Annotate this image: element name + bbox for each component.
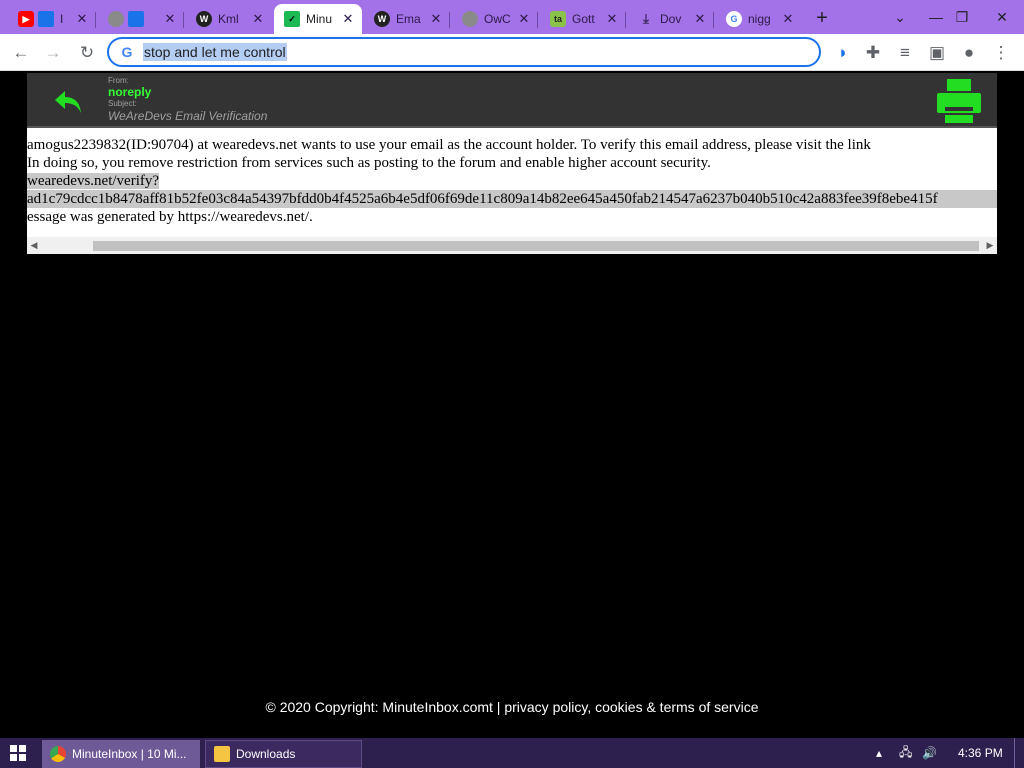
- tab-title: Dov: [660, 12, 682, 26]
- from-sender: noreply: [108, 85, 152, 99]
- subject-text: WeAreDevs Email Verification: [108, 109, 268, 123]
- mail-header: From: noreply Subject: WeAreDevs Email V…: [27, 73, 997, 128]
- browser-toolbar: ← → ↻ G stop and let me control ◗ ✚ ≡ ▣ …: [0, 34, 1024, 71]
- tab-email[interactable]: W Ema ✕: [364, 4, 450, 34]
- address-bar-text[interactable]: stop and let me control: [143, 43, 287, 61]
- tab-title: Minu: [306, 12, 333, 26]
- youtube-icon: ▶: [18, 11, 34, 27]
- from-label: From:: [108, 76, 129, 85]
- google-icon: G: [121, 44, 133, 60]
- tab-search-chevron-icon[interactable]: ⌄: [884, 0, 916, 34]
- taskbar-item-label: Downloads: [236, 747, 296, 761]
- screen-icon: [128, 11, 144, 27]
- clock[interactable]: 4:36 PM: [958, 738, 1003, 768]
- tab-separator: [625, 12, 626, 28]
- reply-arrow-icon[interactable]: [53, 89, 83, 115]
- tab-title: Ema: [396, 12, 421, 26]
- scroll-left-arrow-icon[interactable]: ◀: [27, 237, 41, 254]
- tab-title: I: [60, 12, 64, 26]
- scroll-right-arrow-icon[interactable]: ▶: [983, 237, 997, 254]
- screen-icon: [38, 11, 54, 27]
- mail-line: essage was generated by https://wearedev…: [27, 209, 313, 225]
- close-tab-icon[interactable]: ✕: [340, 11, 356, 27]
- folder-icon: [214, 746, 230, 762]
- footer-copyright: © 2020 Copyright: MinuteInbox.comt | pri…: [265, 699, 759, 715]
- minuteinbox-icon: ✓: [284, 11, 300, 27]
- wrd-icon: W: [196, 11, 212, 27]
- scrollbar-thumb[interactable]: [93, 241, 979, 251]
- tab-title: OwC: [484, 12, 511, 26]
- tray-chevron-icon[interactable]: ▴: [876, 738, 882, 768]
- media-controls-icon[interactable]: ≡: [892, 40, 918, 66]
- network-icon[interactable]: 🖧: [899, 738, 912, 768]
- tab-gott[interactable]: ta Gott ✕: [540, 4, 626, 34]
- show-desktop-button[interactable]: [1014, 738, 1024, 768]
- tab-separator: [183, 12, 184, 28]
- forward-arrow-icon[interactable]: →: [40, 40, 66, 66]
- wrd-icon: W: [374, 11, 390, 27]
- close-tab-icon[interactable]: ✕: [604, 11, 620, 27]
- close-tab-icon[interactable]: ✕: [250, 11, 266, 27]
- profile-avatar-icon[interactable]: ●: [956, 40, 982, 66]
- taskbar-chrome[interactable]: MinuteInbox | 10 Mi...: [42, 740, 200, 768]
- tab-separator: [713, 12, 714, 28]
- tab-minuteinbox[interactable]: ✓ Minu ✕: [274, 4, 362, 34]
- horizontal-scrollbar[interactable]: ◀ ▶: [27, 237, 997, 254]
- mail-line: amogus2239832(ID:90704) at wearedevs.net…: [27, 137, 871, 153]
- chrome-icon: [50, 746, 66, 762]
- menu-kebab-icon[interactable]: ⋮: [988, 40, 1014, 66]
- close-window-button[interactable]: ✕: [986, 0, 1018, 34]
- restore-button[interactable]: ❐: [946, 0, 978, 34]
- mail-text: amogus2239832(ID:90704) at wearedevs.net…: [27, 136, 997, 226]
- taskbar-downloads[interactable]: Downloads: [205, 740, 362, 768]
- reload-icon[interactable]: ↻: [74, 40, 100, 66]
- taskbar-item-label: MinuteInbox | 10 Mi...: [72, 747, 187, 761]
- tab-title: Gott: [572, 12, 595, 26]
- mail-meta: From: noreply Subject: WeAreDevs Email V…: [108, 76, 267, 124]
- globe-icon: [108, 11, 124, 27]
- close-tab-icon[interactable]: ✕: [162, 11, 178, 27]
- page-content: From: noreply Subject: WeAreDevs Email V…: [0, 71, 1024, 738]
- tab-downloads[interactable]: ⤓ Dov ✕: [628, 4, 714, 34]
- globe-icon: [462, 11, 478, 27]
- download-icon: ⤓: [643, 11, 649, 26]
- tab-kml[interactable]: W Kml ✕: [186, 4, 272, 34]
- mail-body: amogus2239832(ID:90704) at wearedevs.net…: [27, 128, 997, 254]
- volume-icon[interactable]: 🔊: [922, 738, 937, 768]
- media-cast-icon[interactable]: ◗: [830, 40, 856, 66]
- windows-start-icon[interactable]: [10, 745, 26, 761]
- google-icon: G: [726, 11, 742, 27]
- close-tab-icon[interactable]: ✕: [692, 11, 708, 27]
- tab-youtube[interactable]: ▶ I ✕: [8, 4, 96, 34]
- tab-strip: ▶ I ✕ ✕ W Kml ✕ ✓ Minu ✕ W Ema ✕ OwC ✕ t…: [0, 0, 1024, 34]
- mail-line: In doing so, you remove restriction from…: [27, 155, 711, 171]
- close-tab-icon[interactable]: ✕: [516, 11, 532, 27]
- verify-token-line[interactable]: ad1c79cdcc1b8478aff81b52fe03c84a54397bfd…: [27, 190, 997, 208]
- ta-icon: ta: [550, 11, 566, 27]
- address-bar[interactable]: G stop and let me control: [107, 37, 821, 67]
- extensions-puzzle-icon[interactable]: ✚: [860, 40, 886, 66]
- tab-separator: [537, 12, 538, 28]
- close-tab-icon[interactable]: ✕: [780, 11, 796, 27]
- tab-owc[interactable]: OwC ✕: [452, 4, 538, 34]
- tab-title: nigg: [748, 12, 771, 26]
- tab-title: Kml: [218, 12, 239, 26]
- close-tab-icon[interactable]: ✕: [428, 11, 444, 27]
- subject-label: Subject:: [108, 99, 137, 108]
- back-arrow-icon[interactable]: ←: [8, 40, 34, 66]
- taskbar: MinuteInbox | 10 Mi... Downloads ▴ 🖧 🔊 4…: [0, 738, 1024, 768]
- tab-google[interactable]: G nigg ✕: [716, 4, 802, 34]
- tab-globe[interactable]: ✕: [98, 4, 184, 34]
- close-tab-icon[interactable]: ✕: [74, 11, 90, 27]
- tab-separator: [449, 12, 450, 28]
- verify-link-line[interactable]: wearedevs.net/verify?: [27, 173, 160, 189]
- tab-separator: [95, 12, 96, 28]
- printer-icon[interactable]: [935, 77, 983, 125]
- side-panel-icon[interactable]: ▣: [924, 40, 950, 66]
- new-tab-button[interactable]: +: [810, 6, 834, 30]
